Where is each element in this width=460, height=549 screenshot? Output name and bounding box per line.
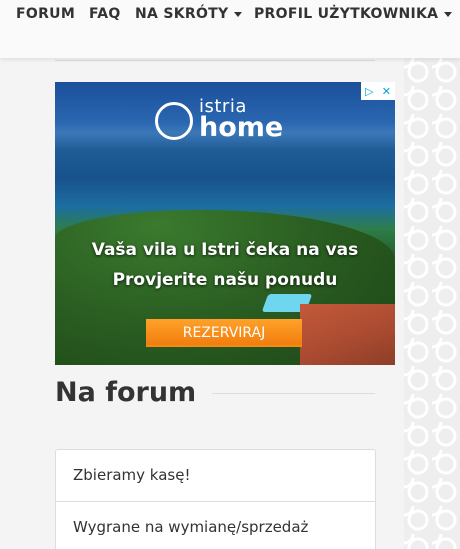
nav-shortcuts-label: NA SKRÓTY xyxy=(135,6,229,22)
section-title: Na forum xyxy=(55,377,197,408)
ad-logo: istria home xyxy=(155,94,295,146)
forum-list-item[interactable]: Wygrane na wymianę/sprzedaż xyxy=(56,501,375,549)
ad-reserve-button[interactable]: REZERVIRAJ xyxy=(146,319,302,347)
nav-faq-label: FAQ xyxy=(89,6,121,22)
caret-down-icon xyxy=(444,11,453,17)
caret-down-icon xyxy=(234,11,243,17)
nav-user-profile-label: PROFIL UŻYTKOWNIKA xyxy=(254,6,439,22)
ad-logo-word-home: home xyxy=(199,112,284,143)
top-navbar: FORUM FAQ NA SKRÓTY PROFIL UŻYTKOWNIKA xyxy=(0,0,460,58)
advertisement-banner[interactable]: istria home ▷ ✕ Vaša vila u Istri čeka n… xyxy=(55,82,395,365)
decorative-pattern xyxy=(404,58,460,549)
ad-background-roof xyxy=(300,304,395,365)
ad-subline: Provjerite našu ponudu xyxy=(112,270,338,290)
forum-list-item[interactable]: Zbieramy kasę! xyxy=(56,450,375,501)
close-icon[interactable]: ✕ xyxy=(382,85,391,98)
content-top-divider xyxy=(55,60,375,61)
nav-shortcuts-dropdown[interactable]: NA SKRÓTY xyxy=(135,6,243,22)
nav-user-profile-dropdown[interactable]: PROFIL UŻYTKOWNIKA xyxy=(254,6,453,22)
adchoices-icon[interactable]: ▷ xyxy=(365,85,373,98)
nav-forum-label: FORUM xyxy=(16,6,76,22)
ad-controls: ▷ ✕ xyxy=(361,82,395,100)
ad-headline: Vaša vila u Istri čeka na vas xyxy=(91,240,359,260)
section-title-rule xyxy=(212,393,375,394)
ad-logo-mark-icon xyxy=(155,102,193,140)
nav-faq[interactable]: FAQ xyxy=(89,6,121,22)
nav-forum[interactable]: FORUM xyxy=(16,6,75,22)
forum-list: Zbieramy kasę! Wygrane na wymianę/sprzed… xyxy=(55,449,376,549)
